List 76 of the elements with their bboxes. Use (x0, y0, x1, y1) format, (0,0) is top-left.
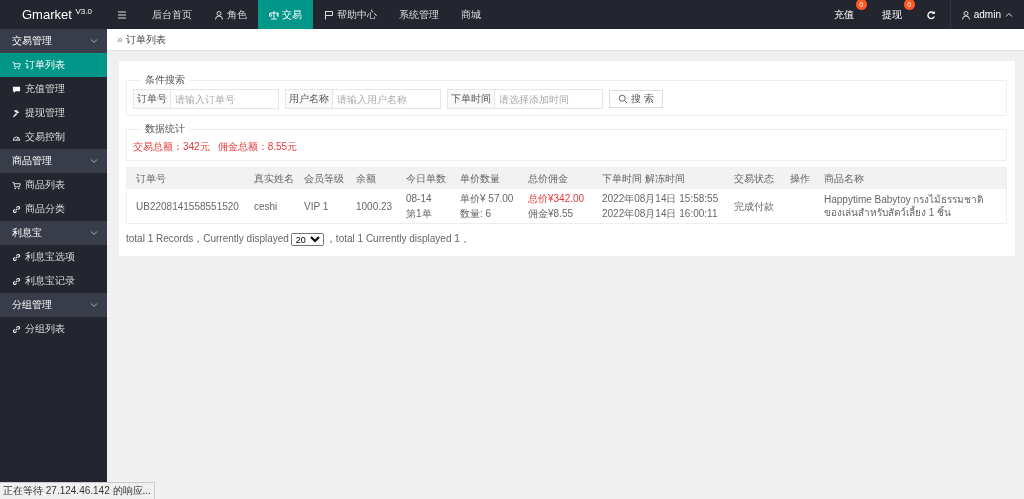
breadcrumb-separator: » (117, 34, 123, 45)
top-link[interactable]: 充值 (833, 8, 854, 20)
refresh-icon[interactable] (925, 9, 936, 20)
chevron-icon (89, 158, 99, 164)
user-icon (960, 9, 971, 20)
cart-icon (12, 60, 21, 70)
column-header: 单价数量 (460, 172, 500, 184)
table-cell: UB2208141558551520 (136, 199, 239, 213)
column-header: 总价佣金 (528, 172, 568, 184)
pager-text: ，total 1 Currently displayed 1 。 (325, 232, 473, 246)
nav-tab[interactable]: 商城 (450, 0, 492, 29)
table-cell: ceshi (254, 199, 278, 213)
flag-icon (324, 9, 334, 20)
pager-text: total 1 Records，Currently displayed (126, 232, 289, 246)
column-header: 交易状态 (734, 172, 774, 184)
section-title: 数据统计 (144, 122, 186, 136)
sidebar-group[interactable]: 分组管理 (0, 293, 107, 317)
table-cell: 总价¥342.00 (528, 192, 585, 205)
column-header: 今日单数 (406, 172, 446, 184)
table-cell: 2022年08月14日 16:00:11 (602, 207, 718, 220)
section-title: 条件搜索 (144, 73, 186, 87)
link-icon (12, 276, 21, 286)
field-label: 用户名称 (285, 89, 333, 109)
field-label: 订单号 (133, 89, 171, 109)
table-cell: 佣金¥8.55 (528, 207, 574, 220)
table-cell: VIP 1 (304, 199, 329, 213)
status-bar: 正在等待 27.124.46.142 的响应... (0, 482, 155, 499)
input-field[interactable]: 请选择添加时间 (495, 89, 603, 109)
menu-icon[interactable] (117, 9, 127, 20)
search-icon (618, 94, 628, 104)
chevron-icon (89, 230, 99, 236)
column-header: 余额 (356, 172, 376, 184)
nav-tab[interactable]: 帮助中心 (313, 0, 388, 29)
sidebar-group[interactable]: 商品管理 (0, 149, 107, 173)
table-cell-text: Happytime Babytoy กรงไม้ธรรมชาติของเล่นสำหรับสัตว์เลี้ยง 1 ชิ้น (824, 193, 985, 219)
table-cell: 单价¥ 57.00 (460, 192, 514, 205)
chevron-icon (89, 38, 99, 44)
column-header: 订单号 (136, 172, 166, 184)
nav-tab[interactable]: 交易 (258, 0, 313, 29)
nav-tab[interactable]: 系统管理 (388, 0, 450, 29)
column-header: 操作 (790, 172, 810, 184)
nav-tab[interactable]: 后台首页 (141, 0, 203, 29)
input-field[interactable]: 请输入订单号 (171, 89, 279, 109)
top-link[interactable]: 提现 (881, 8, 902, 20)
column-header: 会员等级 (304, 172, 344, 184)
caret-icon (1004, 11, 1014, 18)
brand-logo: Gmarket $^{V3.0}$ (21, 6, 93, 23)
input-field[interactable]: 请输入用户名称 (333, 89, 441, 109)
table-cell: 数量: 6 (460, 207, 492, 220)
hammer-icon (12, 108, 21, 118)
cart-icon (12, 180, 21, 190)
sidebar-group[interactable]: 利息宝 (0, 221, 107, 245)
breadcrumb[interactable]: 订单列表 (125, 32, 166, 47)
user-icon (214, 9, 224, 20)
table-cell: 08-14 (406, 192, 432, 205)
field-label: 下单时间 (447, 89, 495, 109)
column-header: 商品名称 (824, 172, 864, 184)
link-icon (12, 324, 21, 334)
nav-tab[interactable]: 角色 (203, 0, 258, 29)
stat-text: 佣金总额：8.55元 (217, 140, 298, 154)
sidebar-item[interactable]: 订单列表 (0, 53, 107, 77)
column-header: 下单时间 解冻时间 (602, 172, 685, 184)
link-icon (12, 204, 21, 214)
table-cell: 2022年08月14日 15:58:55 (602, 192, 719, 205)
chevron-icon (89, 302, 99, 308)
column-header: 真实姓名 (254, 172, 294, 184)
stat-text: 交易总额：342元 (133, 140, 210, 154)
table-cell: 第1单 (406, 207, 432, 220)
search-button[interactable]: 搜 索 (609, 90, 663, 108)
table-cell: 1000.23 (356, 199, 393, 213)
page-size-select[interactable]: 20 (290, 232, 324, 246)
table-cell: 完成付款 (734, 199, 774, 213)
message-icon (12, 84, 21, 94)
sidebar-group[interactable]: 交易管理 (0, 29, 107, 53)
link-icon (12, 252, 21, 262)
scale-icon (269, 9, 279, 20)
